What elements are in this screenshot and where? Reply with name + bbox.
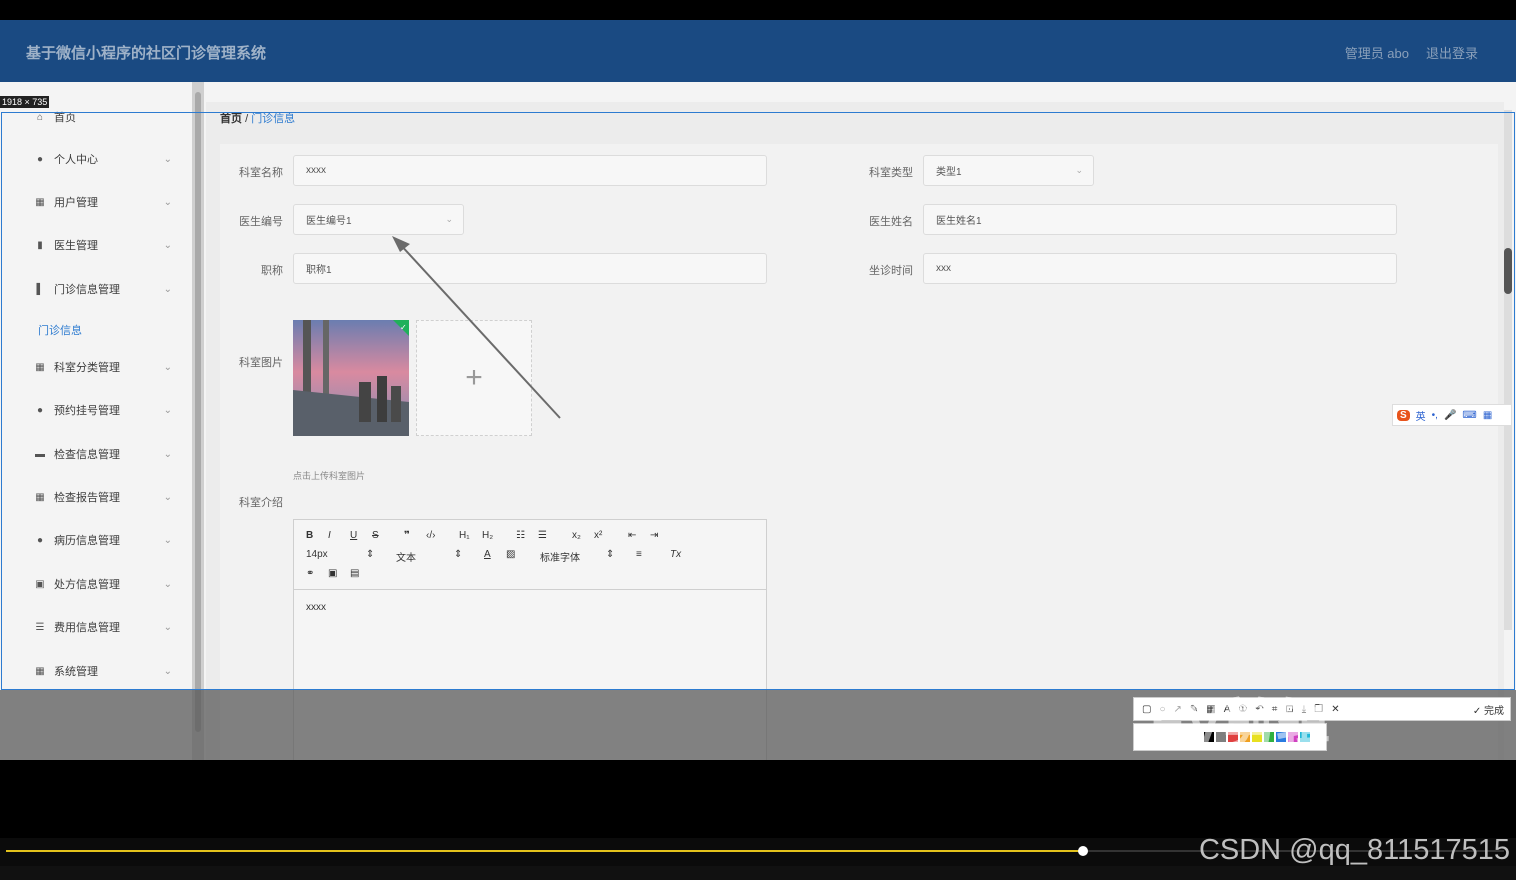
- screen-recording-frame: 基于微信小程序的社区门诊管理系统 管理员 abo 退出登录 ⌂ 首页 ● 个人中心 ⌄…: [0, 20, 1516, 760]
- sogou-icon: S: [1397, 409, 1410, 421]
- bottom-bar: [0, 866, 1516, 880]
- timeline-scrubber[interactable]: [1078, 846, 1088, 856]
- capture-size-label: 1918 × 735: [0, 96, 50, 108]
- ime-lang[interactable]: 英: [1416, 408, 1426, 423]
- annotation-arrow: [392, 236, 561, 419]
- close-icon[interactable]: ✕: [1331, 704, 1339, 715]
- ime-toolbar[interactable]: S 英 •, 🎤 ⌨ ▦: [1392, 404, 1512, 426]
- menu-grid-icon[interactable]: ▦: [1483, 410, 1492, 421]
- microphone-icon[interactable]: 🎤: [1444, 410, 1456, 421]
- snip-done-label: 完成: [1484, 705, 1504, 717]
- page-scrollbar-thumb[interactable]: [1504, 248, 1512, 294]
- csdn-watermark: CSDN @qq_811517515: [1198, 834, 1510, 866]
- keyboard-icon[interactable]: ⌨: [1462, 410, 1476, 421]
- page-scrollbar[interactable]: [1504, 110, 1512, 630]
- ev-watermark: EV剪辑: [1150, 695, 1331, 755]
- punctuation-icon[interactable]: •,: [1432, 410, 1438, 421]
- timeline-played: [6, 850, 1084, 852]
- snip-done-button[interactable]: ✓ 完成: [1473, 702, 1504, 717]
